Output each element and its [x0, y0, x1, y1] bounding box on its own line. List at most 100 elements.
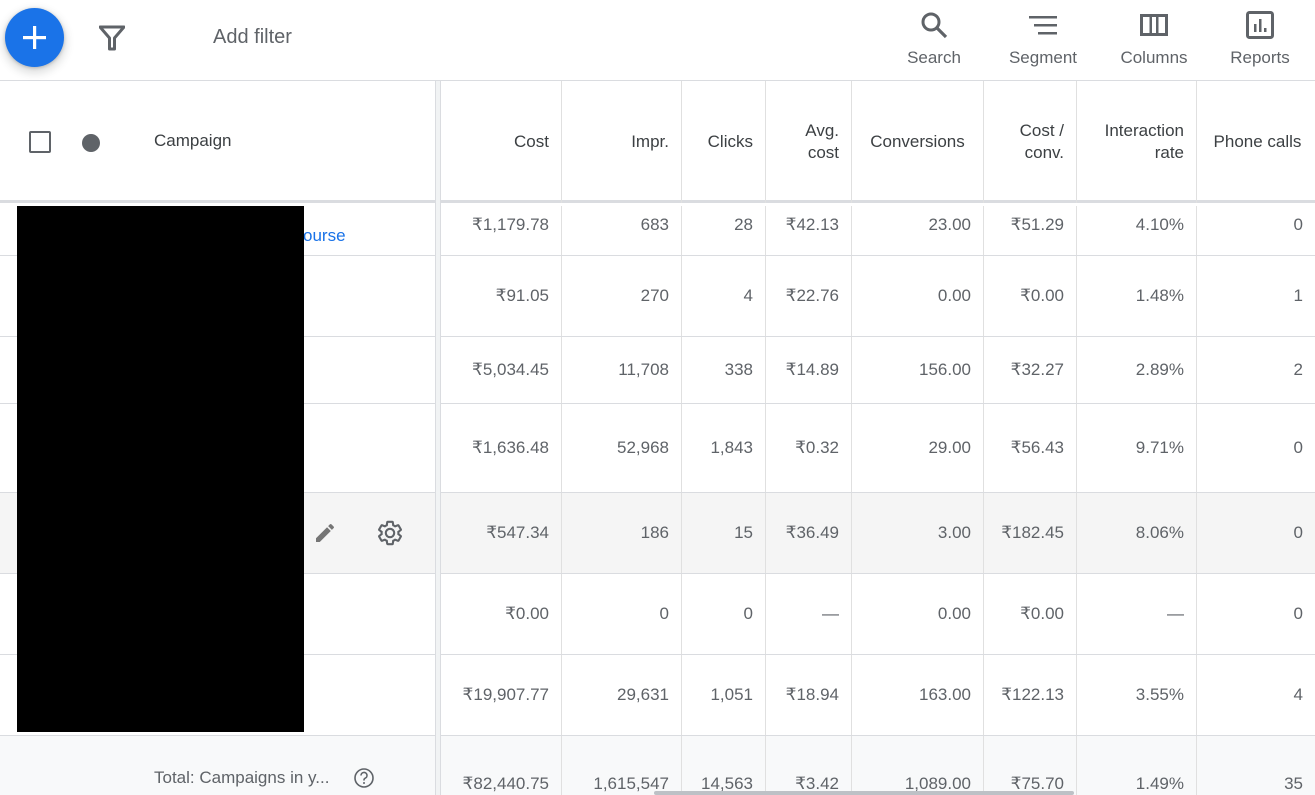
column-header-conversions[interactable]: Conversions — [851, 81, 983, 203]
cell-interaction-rate: 4.10% — [1076, 206, 1196, 255]
cell-avg-cost: ₹18.94 — [765, 655, 851, 735]
cell-impr: 11,708 — [561, 337, 681, 403]
edit-icon[interactable] — [313, 521, 337, 545]
cell-cost: ₹82,440.75 — [462, 774, 549, 793]
cell-avg-cost: ₹0.32 — [765, 404, 851, 492]
cell-avg-cost: ₹22.76 — [765, 256, 851, 336]
cell-impr: 1,615,547 — [561, 736, 681, 795]
interaction-rate-header-label: Interaction rate — [1105, 120, 1184, 164]
cell-phone-calls: 0 — [1196, 574, 1315, 654]
cell-conversions: 156.00 — [851, 337, 983, 403]
add-filter-button[interactable]: Add filter — [213, 26, 292, 49]
cell-clicks: 0 — [681, 574, 765, 654]
cell-conversions: 3.00 — [851, 493, 983, 573]
column-header-clicks[interactable]: Clicks — [681, 81, 765, 203]
search-label: Search — [907, 48, 961, 67]
cell-cost-conv: ₹122.13 — [983, 655, 1076, 735]
cell-interaction-rate: 9.71% — [1076, 404, 1196, 492]
clicks-header-label: Clicks — [707, 132, 753, 151]
horizontal-scrollbar[interactable] — [654, 791, 1074, 795]
cell-conversions: 23.00 — [851, 206, 983, 255]
cell-cost: ₹91.05 — [495, 286, 549, 305]
cell-interaction-rate: — — [1076, 574, 1196, 654]
column-header-avg-cost[interactable]: Avg. cost — [765, 81, 851, 203]
plus-icon — [23, 26, 46, 49]
cell-impr: 186 — [561, 493, 681, 573]
select-all-checkbox[interactable] — [29, 131, 51, 153]
cell-interaction-rate: 2.89% — [1076, 337, 1196, 403]
cell-cost: ₹1,179.78 — [472, 215, 549, 234]
cost-conv-header-line2: conv. — [1024, 143, 1064, 162]
total-label: Total: Campaigns in y... — [154, 768, 330, 787]
column-header-cost[interactable]: Cost — [441, 81, 561, 203]
cell-cost: ₹19,907.77 — [462, 685, 549, 704]
cell-avg-cost: ₹3.42 — [765, 736, 851, 795]
cost-header-label: Cost — [514, 132, 549, 151]
columns-button[interactable]: Columns — [1112, 8, 1196, 74]
toolbar: Add filter Search Segment Columns Report… — [0, 0, 1315, 81]
column-header-cost-conv[interactable]: Cost / conv. — [983, 81, 1076, 203]
cell-cost-conv: ₹32.27 — [983, 337, 1076, 403]
column-header-impr[interactable]: Impr. — [561, 81, 681, 203]
segment-icon — [1029, 16, 1057, 35]
frozen-column-divider[interactable] — [435, 81, 441, 795]
cell-cost-conv: ₹182.45 — [983, 493, 1076, 573]
conversions-header-label: Conversions — [870, 132, 965, 151]
interaction-header-line1: Interaction — [1104, 121, 1184, 140]
segment-label: Segment — [1008, 48, 1078, 67]
cell-conversions: 163.00 — [851, 655, 983, 735]
help-icon[interactable] — [353, 767, 375, 789]
cell-cost: ₹5,034.45 — [472, 360, 549, 379]
cell-phone-calls: 2 — [1196, 337, 1315, 403]
segment-button[interactable]: Segment — [1000, 8, 1086, 74]
cell-avg-cost: ₹36.49 — [765, 493, 851, 573]
cell-cost: ₹1,636.48 — [472, 438, 549, 457]
avg-cost-header-label: Avg. cost — [805, 120, 839, 164]
avg-cost-header-line1: Avg. — [805, 121, 839, 140]
interaction-header-line2: rate — [1154, 143, 1184, 162]
cost-conv-header-label: Cost / conv. — [1020, 120, 1064, 164]
redacted-area — [17, 206, 304, 732]
cell-conversions: 0.00 — [851, 256, 983, 336]
settings-gear-icon[interactable] — [376, 519, 404, 547]
cell-phone-calls: 1 — [1196, 256, 1315, 336]
cell-impr: 0 — [561, 574, 681, 654]
table-header: Campaign Cost Impr. Clicks Avg. cost Conv… — [0, 81, 1315, 203]
cell-cost-conv: ₹0.00 — [983, 256, 1076, 336]
cell-clicks: 1,051 — [681, 655, 765, 735]
cell-impr: 52,968 — [561, 404, 681, 492]
cell-avg-cost: ₹14.89 — [765, 337, 851, 403]
cell-cost-conv: ₹56.43 — [983, 404, 1076, 492]
cell-impr: 29,631 — [561, 655, 681, 735]
cell-conversions: 1,089.00 — [851, 736, 983, 795]
search-button[interactable]: Search — [900, 8, 968, 74]
cell-cost-conv: ₹75.70 — [983, 736, 1076, 795]
impr-header-label: Impr. — [631, 132, 669, 151]
cell-cost-conv: ₹51.29 — [983, 206, 1076, 255]
filter-icon[interactable] — [99, 25, 125, 51]
column-header-interaction-rate[interactable]: Interaction rate — [1076, 81, 1196, 203]
cell-clicks: 4 — [681, 256, 765, 336]
phone-calls-header-label: Phone calls — [1213, 132, 1302, 151]
create-button[interactable] — [5, 8, 64, 67]
cell-cost-conv: ₹0.00 — [983, 574, 1076, 654]
cost-conv-header-line1: Cost / — [1019, 121, 1064, 140]
status-header-icon — [82, 134, 100, 152]
cell-avg-cost: — — [765, 574, 851, 654]
column-header-campaign[interactable]: Campaign — [154, 131, 232, 151]
campaign-name-link[interactable]: ourse — [303, 226, 346, 246]
cell-conversions: 0.00 — [851, 574, 983, 654]
cell-interaction-rate: 1.48% — [1076, 256, 1196, 336]
cell-cost: ₹0.00 — [505, 604, 549, 623]
cell-clicks: 338 — [681, 337, 765, 403]
cell-phone-calls: 35 — [1196, 736, 1315, 795]
cell-phone-calls: 0 — [1196, 493, 1315, 573]
cell-phone-calls: 0 — [1196, 206, 1315, 255]
cell-interaction-rate: 3.55% — [1076, 655, 1196, 735]
column-header-phone-calls[interactable]: Phone calls — [1196, 81, 1315, 203]
cell-impr: 270 — [561, 256, 681, 336]
reports-button[interactable]: Reports — [1222, 8, 1298, 74]
cell-phone-calls: 0 — [1196, 404, 1315, 492]
cell-cost: ₹547.34 — [486, 523, 549, 542]
cell-avg-cost: ₹42.13 — [765, 206, 851, 255]
